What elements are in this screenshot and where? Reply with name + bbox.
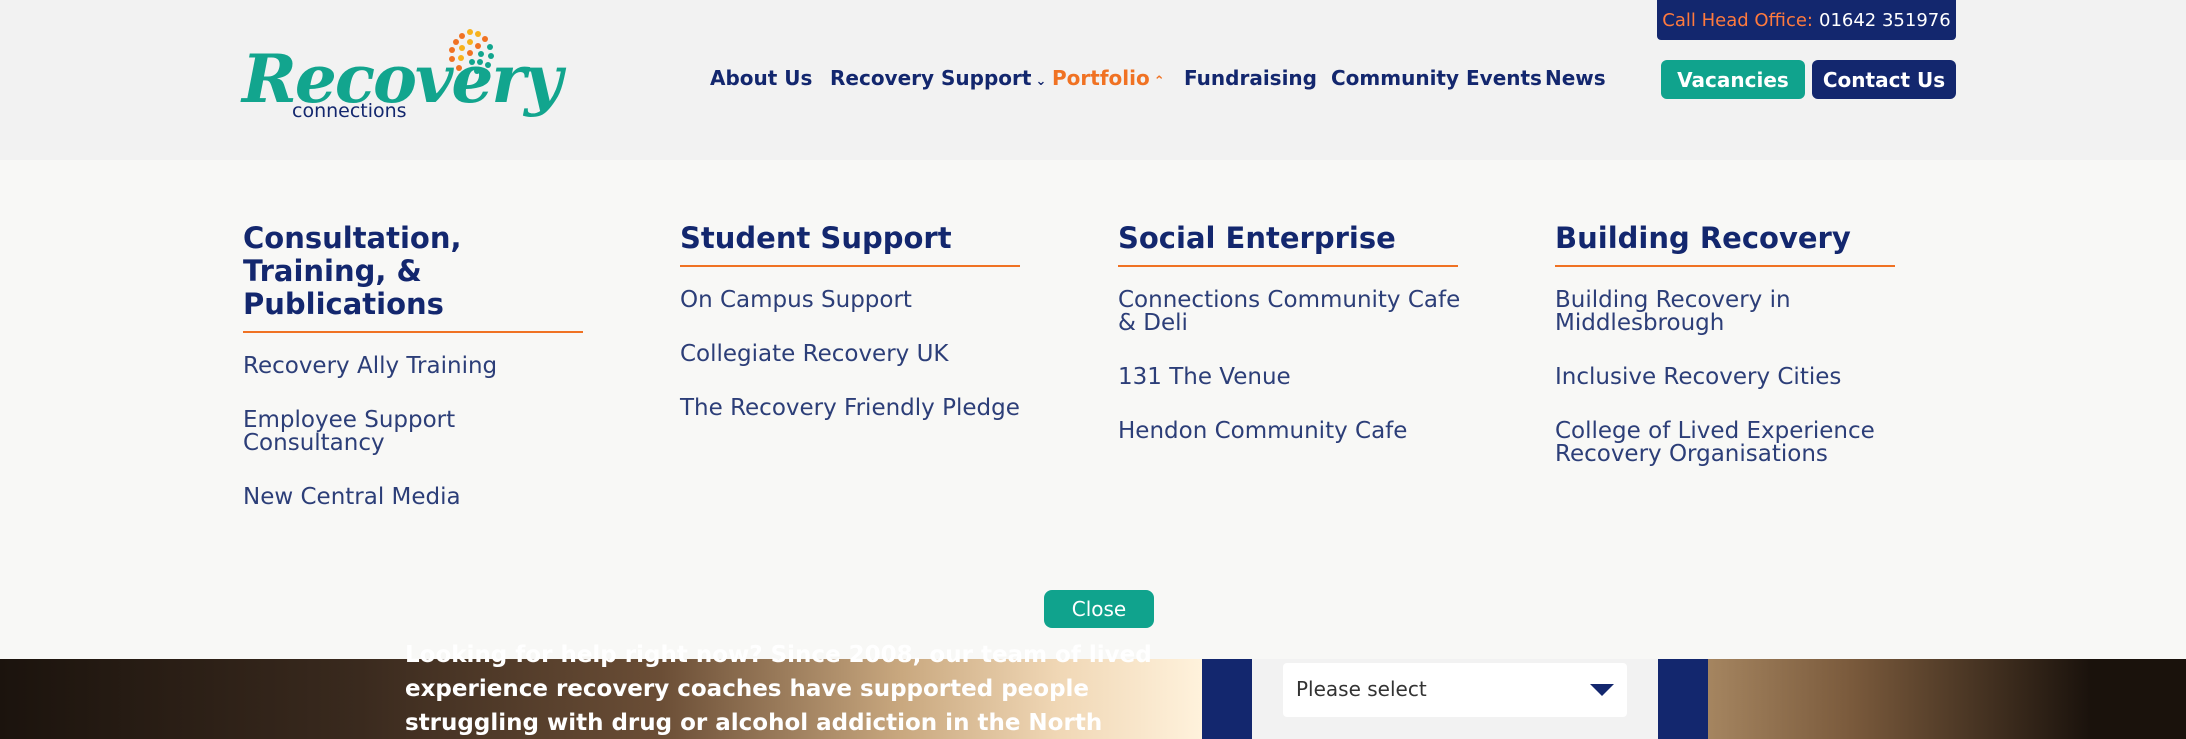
heading-underline [1118,265,1458,267]
menu-link[interactable]: Collegiate Recovery UK [680,343,1040,366]
menu-link[interactable]: Employee Support Consultancy [243,409,603,455]
call-number[interactable]: 01642 351976 [1819,10,1951,31]
nav-community-events-label: Community Events [1331,66,1542,90]
hero-intro-text: Looking for help right now? Since 2008, … [405,638,1152,739]
hero-text-line: experience recovery coaches have support… [405,676,1090,702]
column-heading[interactable]: Consultation, Training, & Publications [243,222,603,321]
nav-about-label: About Us [710,66,813,90]
vacancies-button[interactable]: Vacancies [1661,60,1805,99]
column-heading-line: Consultation, Training, & [243,221,462,288]
nav-news[interactable]: News [1545,66,1606,90]
menu-link[interactable]: Building Recovery in Middlesbrough [1555,289,1915,335]
hero-photo-right [1708,659,2186,739]
site-header: Recovery connections Call Head Office: 0… [0,0,2186,160]
nav-fundraising[interactable]: Fundraising [1184,66,1317,90]
menu-link[interactable]: Connections Community Cafe & Deli [1118,289,1478,335]
chevron-up-icon: ⌃ [1153,74,1165,89]
column-heading[interactable]: Building Recovery [1555,222,1915,255]
heading-underline [243,331,583,333]
column-heading-line: Social Enterprise [1118,221,1396,255]
hero-text-line: struggling with drug or alcohol addictio… [405,710,1103,736]
nav-recovery-support-label: Recovery Support [830,66,1032,90]
menu-link[interactable]: Recovery Ally Training [243,355,603,378]
nav-recovery-support[interactable]: Recovery Support ⌄ [830,66,1046,90]
hero-text-line: Looking for help right now? Since 2008, … [405,642,1152,668]
menu-link[interactable]: On Campus Support [680,289,1040,312]
logo-subtitle: connections [292,100,407,122]
column-heading[interactable]: Social Enterprise [1118,222,1478,255]
column-heading-line: Publications [243,287,444,321]
recovery-connections-logo[interactable]: Recovery connections [242,26,563,132]
mega-column-consultation: Consultation, Training, & Publications R… [243,222,603,540]
menu-link[interactable]: Hendon Community Cafe [1118,420,1478,443]
chevron-down-icon: ⌄ [1035,74,1047,89]
mega-column-building-recovery: Building Recovery Building Recovery in M… [1555,222,1915,497]
mega-column-student-support: Student Support On Campus Support Colleg… [680,222,1040,451]
nav-about-us[interactable]: About Us [710,66,812,90]
menu-link[interactable]: College of Lived Experience Recovery Org… [1555,420,1915,466]
column-heading-line: Building Recovery [1555,221,1851,255]
caret-down-icon [1590,684,1614,696]
help-type-select-value: Please select [1296,677,1427,701]
nav-fundraising-label: Fundraising [1184,66,1317,90]
call-head-office-bar[interactable]: Call Head Office: 01642 351976 [1657,0,1956,40]
portfolio-mega-menu: Consultation, Training, & Publications R… [0,160,2186,659]
nav-news-label: News [1545,66,1606,90]
column-heading-line: Student Support [680,221,952,255]
contact-us-button[interactable]: Contact Us [1812,60,1956,99]
column-heading[interactable]: Student Support [680,222,1040,255]
nav-portfolio-label: Portfolio [1052,66,1150,90]
menu-link[interactable]: New Central Media [243,486,603,509]
menu-link[interactable]: Inclusive Recovery Cities [1555,366,1915,389]
menu-link[interactable]: The Recovery Friendly Pledge [680,397,1040,420]
nav-community-events[interactable]: Community Events [1331,66,1542,90]
call-label: Call Head Office: [1662,9,1813,31]
close-menu-button[interactable]: Close [1044,590,1154,628]
heading-underline [680,265,1020,267]
mega-column-social-enterprise: Social Enterprise Connections Community … [1118,222,1478,474]
menu-link[interactable]: 131 The Venue [1118,366,1478,389]
nav-portfolio[interactable]: Portfolio ⌃ [1052,66,1165,90]
logo-dots-icon [449,29,494,76]
heading-underline [1555,265,1895,267]
